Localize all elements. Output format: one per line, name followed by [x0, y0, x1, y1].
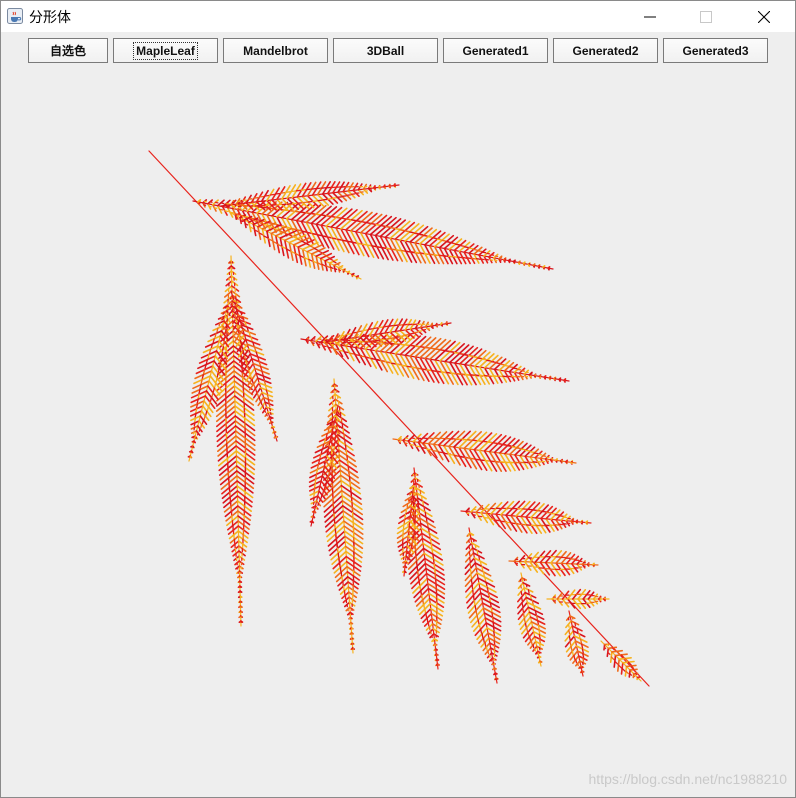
mandelbrot-button[interactable]: Mandelbrot — [223, 38, 328, 63]
mapleleaf-label: MapleLeaf — [133, 41, 198, 60]
app-window: 分形体 自选色 MapleLeaf Mandelbrot 3DBall Gene… — [0, 0, 796, 798]
minimize-button[interactable] — [627, 1, 673, 32]
generated2-button[interactable]: Generated2 — [553, 38, 658, 63]
close-button[interactable] — [741, 1, 787, 32]
custom-color-label: 自选色 — [49, 44, 86, 58]
generated2-label: Generated2 — [572, 43, 639, 58]
minimize-icon — [644, 16, 656, 18]
generated1-button[interactable]: Generated1 — [443, 38, 548, 63]
window-title: 分形体 — [29, 10, 71, 26]
maximize-button[interactable] — [683, 1, 729, 32]
toolbar: 自选色 MapleLeaf Mandelbrot 3DBall Generate… — [1, 32, 795, 72]
custom-color-button[interactable]: 自选色 — [28, 38, 108, 63]
watermark-text: https://blog.csdn.net/nc1988210 — [588, 771, 787, 787]
title-bar[interactable]: 分形体 — [1, 1, 795, 32]
maximize-icon — [700, 11, 712, 23]
3dball-label: 3DBall — [366, 43, 405, 58]
fractal-canvas[interactable]: https://blog.csdn.net/nc1988210 — [1, 72, 795, 797]
generated3-button[interactable]: Generated3 — [663, 38, 768, 63]
generated1-label: Generated1 — [462, 43, 529, 58]
java-cup-icon — [7, 8, 23, 24]
close-icon — [758, 11, 770, 23]
mapleleaf-button[interactable]: MapleLeaf — [113, 38, 218, 63]
3dball-button[interactable]: 3DBall — [333, 38, 438, 63]
mandelbrot-label: Mandelbrot — [243, 43, 308, 58]
fractal-leaf-drawing — [148, 150, 650, 687]
generated3-label: Generated3 — [682, 43, 749, 58]
